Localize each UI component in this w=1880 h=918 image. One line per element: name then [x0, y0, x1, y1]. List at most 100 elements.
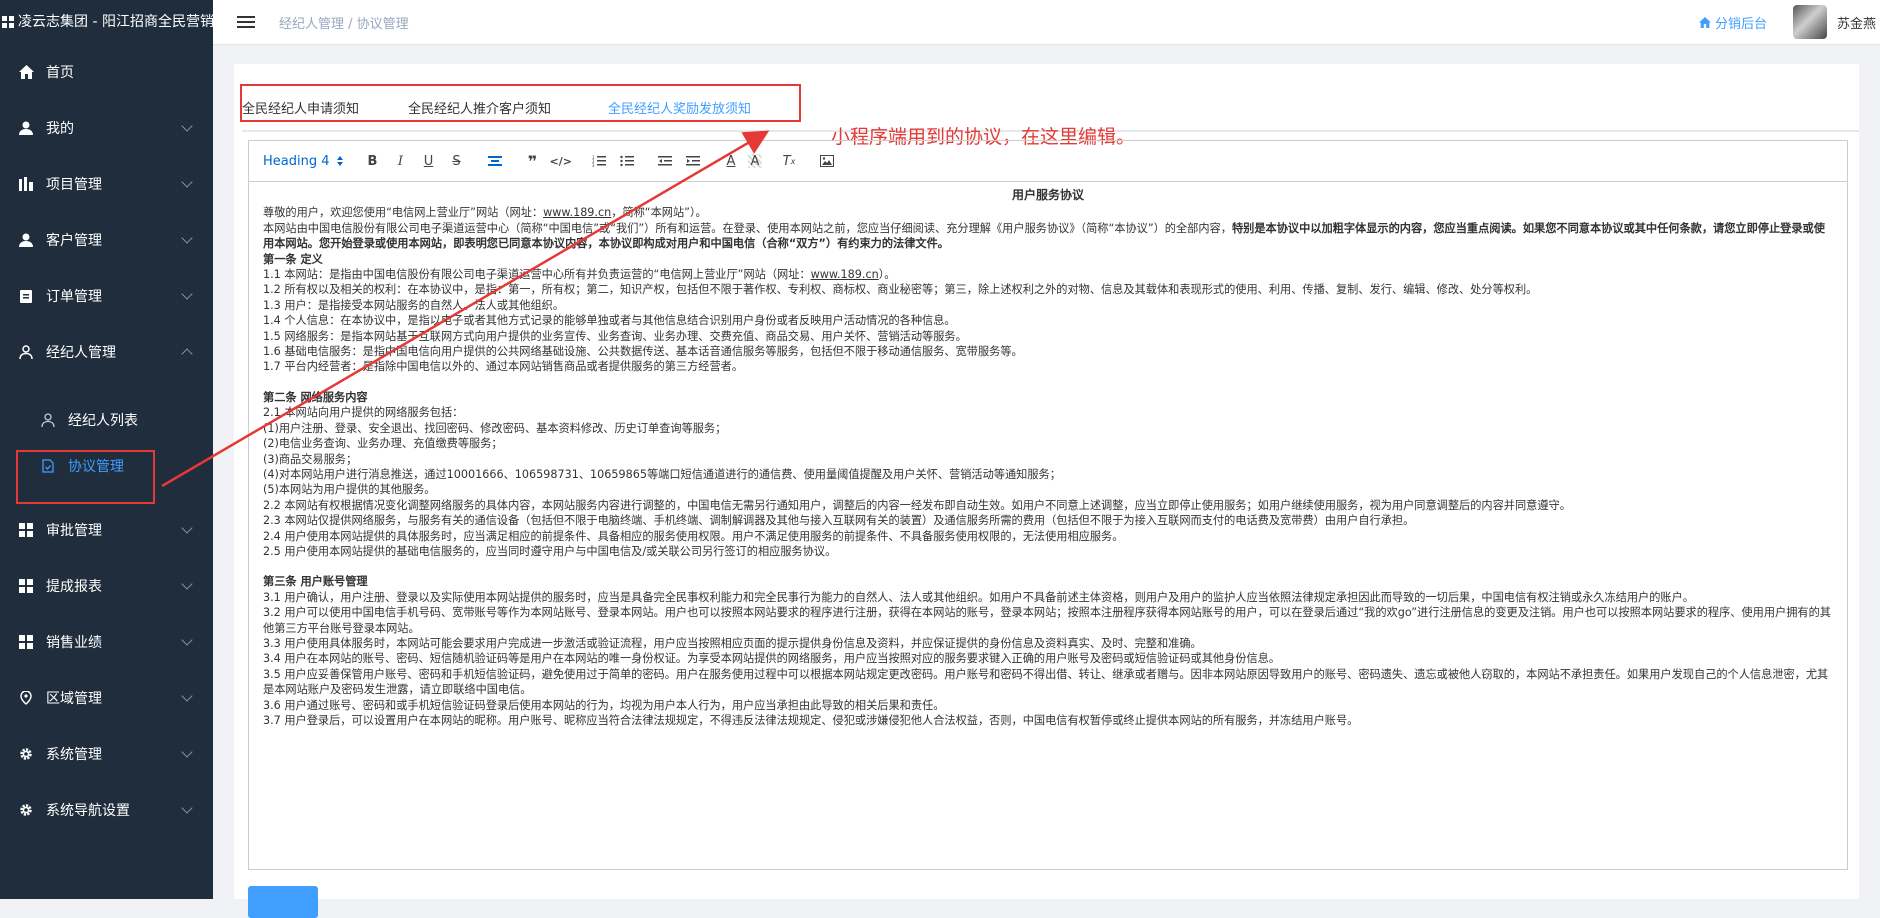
clear-format-icon[interactable]: Tx — [778, 149, 800, 173]
chevron-down-icon — [181, 746, 193, 758]
sidebar-item-label: 销售业绩 — [46, 635, 102, 651]
sidebar-item-agents[interactable]: 经纪人管理 — [0, 324, 213, 380]
username[interactable]: 苏金燕 — [1837, 13, 1876, 32]
svg-text:3: 3 — [592, 163, 595, 167]
sidebar-item-label: 区域管理 — [46, 691, 102, 707]
main-panel: 全民经纪人申请须知 全民经纪人推介客户须知 全民经纪人奖励发放须知 小程序端用到… — [234, 64, 1859, 918]
doc-paragraph: 1.5 网络服务：是指本网站基于互联网方式向用户提供的业务宣传、业务查询、业务办… — [263, 329, 967, 343]
indent-icon[interactable] — [682, 149, 704, 173]
sidebar: 凌云志集团 - 阳江招商全民营销 首页 我的 项目管理 客户管理 订单管理 经纪… — [0, 0, 213, 899]
chevron-down-icon — [181, 634, 193, 646]
sidebar-item-system[interactable]: 系统管理 — [0, 726, 213, 782]
blockquote-icon[interactable]: ❞ — [522, 149, 544, 173]
doc-paragraph: 1.3 用户：是指接受本网站服务的自然人、法人或其他组织。 — [263, 298, 565, 312]
underline-icon[interactable]: U — [418, 149, 440, 173]
doc-link[interactable]: www.189.cn — [811, 268, 879, 281]
bold-icon[interactable]: B — [362, 149, 384, 173]
grid-icon — [18, 634, 34, 650]
save-button[interactable] — [248, 886, 318, 918]
doc-paragraph: 1.6 基础电信服务：是指中国电信向用户提供的公共网络基础设施、公共数据传送、基… — [263, 345, 1023, 359]
sidebar-item-sales-performance[interactable]: 销售业绩 — [0, 614, 213, 670]
grid-icon — [18, 522, 34, 538]
grid-logo-icon — [2, 16, 14, 28]
doc-link[interactable]: www.189.cn — [543, 206, 611, 219]
heading-select[interactable]: Heading 4 — [263, 149, 344, 173]
doc-title: 用户服务协议 — [1011, 188, 1084, 202]
doc-paragraph: 3.4 用户在本网站的账号、密码、短信随机验证码等是用户在本网站的唯一身份权证。… — [263, 652, 1281, 666]
brand-title: 凌云志集团 - 阳江招商全民营销 — [18, 14, 213, 30]
person-outline-icon — [18, 344, 34, 360]
sidebar-item-nav-settings[interactable]: 系统导航设置 — [0, 782, 213, 838]
sidebar-item-label: 系统导航设置 — [46, 803, 130, 819]
annotation-highlight-sidebar — [16, 450, 155, 504]
home-icon — [1699, 16, 1711, 28]
doc-paragraph: 3.2 用户可以使用中国电信手机号码、宽带账号等作为本网站账号、登录本网站。用户… — [263, 606, 1831, 635]
strikethrough-icon[interactable]: S — [446, 149, 468, 173]
background-color-icon[interactable]: A — [747, 154, 762, 169]
breadcrumb-item-current: 协议管理 — [356, 16, 409, 32]
doc-paragraph: 1.2 所有权以及相关的权利：在本协议中，是指：第一，所有权；第二，知识产权，包… — [263, 283, 1538, 297]
chevron-down-icon — [181, 176, 193, 188]
doc-paragraph: 1.7 平台内经营者：是指除中国电信以外的、通过本网站销售商品或者提供服务的第三… — [263, 360, 744, 374]
hamburger-menu-icon[interactable] — [237, 13, 255, 31]
sidebar-item-label: 客户管理 — [46, 233, 102, 249]
outdent-icon[interactable] — [654, 149, 676, 173]
select-arrows-icon — [336, 156, 343, 166]
sidebar-item-home[interactable]: 首页 — [0, 44, 213, 100]
sidebar-item-label: 审批管理 — [46, 523, 102, 539]
chevron-down-icon — [181, 802, 193, 814]
sidebar-item-label: 项目管理 — [46, 177, 102, 193]
doc-paragraph: 2.4 用户使用本网站提供的具体服务时，应当满足相应的前提条件、具备相应的服务使… — [263, 529, 1124, 543]
code-icon[interactable]: </> — [550, 149, 572, 173]
image-icon[interactable] — [816, 149, 838, 173]
editor-toolbar: Heading 4 B I U S ❞ </> 123 A A Tx — [249, 141, 1847, 182]
doc-paragraph: 2.5 用户使用本网站提供的基础电信服务的，应当同时遵守用户与中国电信及/或关联… — [263, 544, 837, 558]
gear-icon — [18, 746, 34, 762]
clipboard-icon — [18, 288, 34, 304]
brand: 凌云志集团 - 阳江招商全民营销 — [0, 0, 213, 44]
doc-paragraph: (1)用户注册、登录、安全退出、找回密码、修改密码、基本资料修改、历史订单查询等… — [263, 421, 727, 435]
chevron-down-icon — [181, 522, 193, 534]
breadcrumb: 经纪人管理 / 协议管理 — [279, 16, 409, 32]
sidebar-item-orders[interactable]: 订单管理 — [0, 268, 213, 324]
doc-paragraph: 3.6 用户通过账号、密码和或手机短信验证码登录后使用本网站的行为，均视为用户本… — [263, 698, 945, 712]
rich-text-editor: Heading 4 B I U S ❞ </> 123 A A Tx 用户服务协… — [248, 140, 1848, 870]
avatar[interactable] — [1792, 5, 1827, 39]
doc-paragraph: 2.3 本网站仅提供网络服务，与服务有关的通信设备（包括但不限于电脑终端、手机终… — [263, 514, 1415, 528]
sidebar-item-label: 首页 — [46, 65, 74, 81]
doc-section-heading: 第三条 用户账号管理 — [263, 575, 368, 589]
sidebar-item-mine[interactable]: 我的 — [0, 100, 213, 156]
agreement-tabs: 全民经纪人申请须知 全民经纪人推介客户须知 全民经纪人奖励发放须知 小程序端用到… — [240, 84, 1859, 148]
chevron-down-icon — [181, 288, 193, 300]
tab-referral-notice[interactable]: 全民经纪人推介客户须知 — [408, 98, 551, 117]
editor-content[interactable]: 用户服务协议 尊敬的用户，欢迎您使用“电信网上营业厅”网站（网址：www.189… — [249, 182, 1847, 728]
align-icon[interactable] — [484, 149, 506, 173]
tab-apply-notice[interactable]: 全民经纪人申请须知 — [242, 98, 359, 117]
sidebar-item-regions[interactable]: 区域管理 — [0, 670, 213, 726]
doc-paragraph: 3.1 用户确认，用户注册、登录以及实际使用本网站提供的服务时，应当是具备完全民… — [263, 590, 1694, 604]
doc-paragraph: 3.5 用户应妥善保管用户账号、密码和手机短信验证码，避免使用过于简单的密码。用… — [263, 667, 1829, 697]
sidebar-item-customers[interactable]: 客户管理 — [0, 212, 213, 268]
breadcrumb-item[interactable]: 经纪人管理 — [279, 17, 344, 32]
chevron-up-icon — [181, 348, 193, 360]
distribution-backend-link[interactable]: 分销后台 — [1699, 13, 1767, 32]
grid-icon — [18, 578, 34, 594]
home-icon — [18, 64, 34, 80]
doc-paragraph: (3)商品交易服务； — [263, 452, 358, 466]
ordered-list-icon[interactable]: 123 — [588, 149, 610, 173]
sidebar-item-projects[interactable]: 项目管理 — [0, 156, 213, 212]
chevron-down-icon — [181, 120, 193, 132]
sidebar-item-commission-report[interactable]: 提成报表 — [0, 558, 213, 614]
bullet-list-icon[interactable] — [616, 149, 638, 173]
sidebar-item-approvals[interactable]: 审批管理 — [0, 502, 213, 558]
sidebar-menu: 首页 我的 项目管理 客户管理 订单管理 经纪人管理 经纪人列表 协议管理 审批… — [0, 44, 213, 838]
doc-section-heading: 第二条 网络服务内容 — [263, 390, 368, 404]
user-icon — [18, 232, 34, 248]
chevron-down-icon — [181, 690, 193, 702]
font-color-icon[interactable]: A — [720, 149, 742, 173]
location-icon — [18, 690, 34, 706]
chart-bars-icon — [18, 176, 34, 192]
tab-reward-notice[interactable]: 全民经纪人奖励发放须知 — [608, 98, 751, 117]
italic-icon[interactable]: I — [390, 149, 412, 173]
